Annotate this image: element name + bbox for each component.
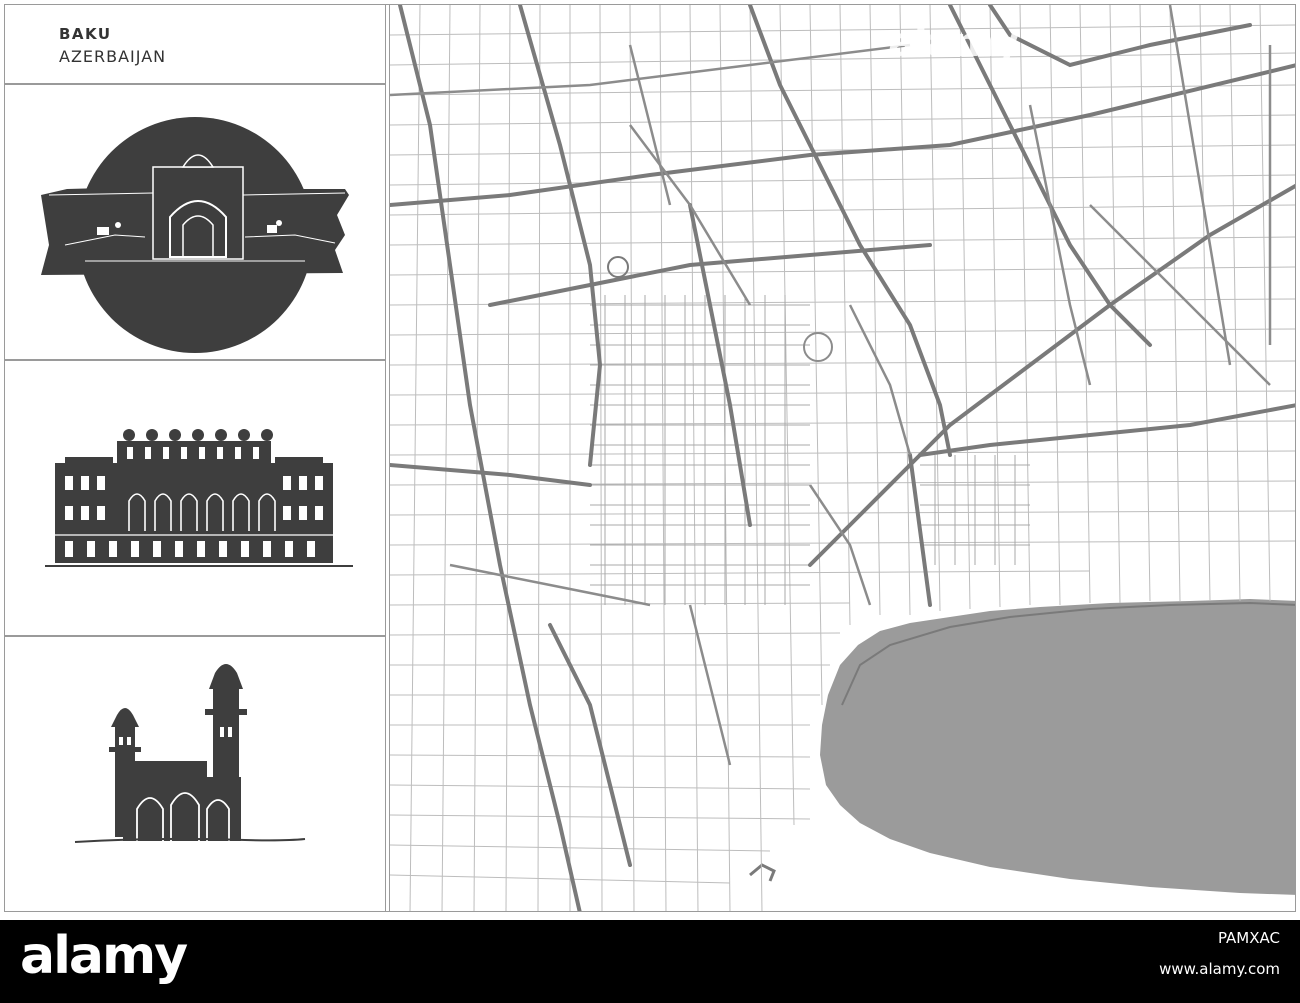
site-url[interactable]: www.alamy.com (1120, 960, 1280, 978)
landmark-panel-mosque (4, 636, 386, 912)
mosque-icon (74, 664, 306, 843)
alamy-logo: alamy (20, 926, 188, 986)
footer-bar: alamy PAMXAC www.alamy.com (0, 920, 1300, 1003)
city-name: BAKU (59, 25, 112, 43)
landmark-panel-museum (4, 360, 386, 636)
city-map: alamy (389, 4, 1296, 912)
map-watermark: alamy (888, 20, 1019, 66)
caspian-sea-water (820, 599, 1295, 895)
image-id: PAMXAC (1217, 929, 1280, 947)
street-map (390, 5, 1295, 911)
museum-building-icon (45, 429, 353, 567)
landmark-panel-gate (4, 84, 386, 360)
maiden-gate-icon (41, 117, 349, 353)
poster: BAKU AZERBAIJAN alamy (0, 0, 1300, 920)
title-cell: BAKU AZERBAIJAN (4, 4, 386, 84)
country-name: AZERBAIJAN (59, 47, 167, 66)
